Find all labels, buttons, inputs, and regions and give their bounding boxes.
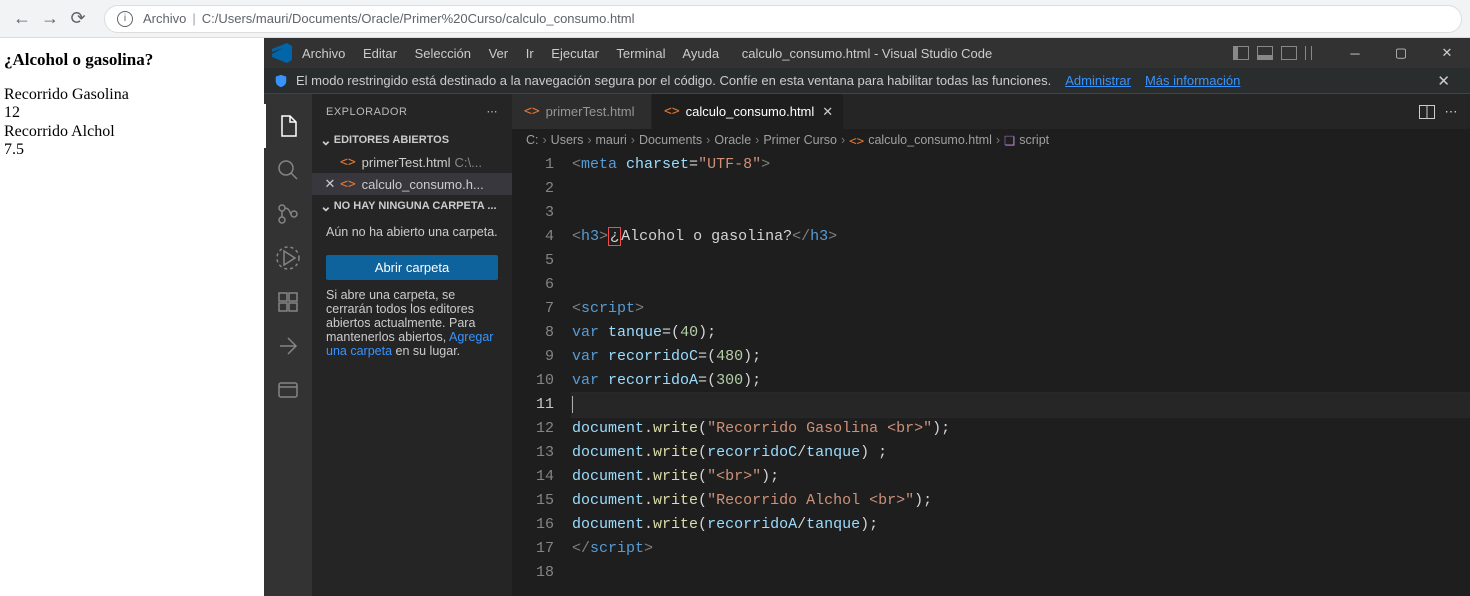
close-button[interactable]: ✕ [1424, 38, 1470, 68]
more-info-link[interactable]: Más información [1145, 73, 1240, 88]
layout-icon[interactable] [1257, 46, 1273, 60]
html-file-icon: <> [340, 177, 356, 192]
manage-link[interactable]: Administrar [1065, 73, 1131, 88]
addr-separator: | [192, 11, 195, 26]
window-title: calculo_consumo.html - Visual Studio Cod… [742, 46, 993, 61]
menu-item[interactable]: Ejecutar [551, 46, 599, 61]
page-line: Recorrido Gasolina [4, 86, 260, 104]
no-folder-message: Aún no ha abierto una carpeta. [312, 217, 512, 247]
split-editor-icon[interactable] [1416, 101, 1438, 123]
html-file-icon: <> [849, 133, 864, 148]
open-editor-item[interactable]: ✕ <> calculo_consumo.h... [312, 173, 512, 195]
infobar-close-icon[interactable]: ✕ [1437, 72, 1450, 90]
menu-item[interactable]: Editar [363, 46, 397, 61]
layout-icon[interactable] [1281, 46, 1297, 60]
infobar-message: El modo restringido está destinado a la … [296, 73, 1051, 88]
tab-bar: <> primerTest.html <> calculo_consumo.ht… [512, 94, 1470, 129]
vscode-window: Archivo Editar Selección Ver Ir Ejecutar… [264, 38, 1470, 596]
code-editor[interactable]: 123 456 789 101112 131415 161718 <meta c… [512, 151, 1470, 596]
page-line: 7.5 [4, 141, 260, 159]
rendered-page: ¿Alcohol o gasolina? Recorrido Gasolina … [0, 38, 264, 596]
html-file-icon: <> [664, 104, 680, 119]
tab-label: primerTest.html [546, 104, 635, 119]
menu-item[interactable]: Terminal [616, 46, 665, 61]
open-editors-section[interactable]: EDITORES ABIERTOS [312, 129, 512, 151]
code-lines[interactable]: <meta charset="UTF-8"> <h3>¿Alcohol o ga… [572, 153, 1470, 596]
open-folder-button[interactable]: Abrir carpeta [326, 255, 498, 280]
menu-item[interactable]: Selección [415, 46, 471, 61]
minimize-button[interactable]: ─ [1332, 38, 1378, 68]
addr-path: C:/Users/mauri/Documents/Oracle/Primer%2… [202, 11, 635, 26]
editor-area: <> primerTest.html <> calculo_consumo.ht… [512, 94, 1470, 596]
addr-prefix: Archivo [143, 11, 186, 26]
file-path-suffix: C:\... [455, 155, 482, 170]
line-gutter: 123 456 789 101112 131415 161718 [512, 153, 572, 596]
file-label: calculo_consumo.h... [362, 177, 484, 192]
tab-calculo-consumo[interactable]: <> calculo_consumo.html ✕ [652, 94, 844, 129]
tab-label: calculo_consumo.html [686, 104, 815, 119]
symbol-icon: ❏ [1004, 133, 1015, 148]
explorer-title: EXPLORADOR [326, 106, 407, 118]
search-icon[interactable] [264, 148, 312, 192]
more-icon[interactable]: ⋯ [487, 105, 499, 118]
explorer-header: EXPLORADOR ⋯ [312, 94, 512, 129]
activity-bar [264, 94, 312, 596]
forward-button[interactable]: → [36, 5, 64, 33]
layout-icon[interactable] [1233, 46, 1249, 60]
breadcrumb[interactable]: C:› Users› mauri› Documents› Oracle› Pri… [512, 129, 1470, 151]
file-label: primerTest.html [362, 155, 451, 170]
browser-toolbar: ← → ⟳ i Archivo | C:/Users/mauri/Documen… [0, 0, 1470, 38]
back-button[interactable]: ← [8, 5, 36, 33]
close-icon[interactable]: ✕ [322, 176, 338, 192]
restricted-mode-bar: El modo restringido está destinado a la … [264, 68, 1470, 94]
info-icon: i [117, 11, 133, 27]
explorer-icon[interactable] [264, 104, 312, 148]
remote-icon[interactable] [264, 324, 312, 368]
more-icon[interactable]: ⋯ [1440, 101, 1462, 123]
explorer-sidebar: EXPLORADOR ⋯ EDITORES ABIERTOS <> primer… [312, 94, 512, 596]
tab-actions: ⋯ [1414, 94, 1470, 129]
html-file-icon: <> [524, 104, 540, 119]
maximize-button[interactable]: ▢ [1378, 38, 1424, 68]
no-folder-section[interactable]: NO HAY NINGUNA CARPETA ... [312, 195, 512, 217]
titlebar: Archivo Editar Selección Ver Ir Ejecutar… [264, 38, 1470, 68]
menu-item[interactable]: Ayuda [682, 46, 719, 61]
open-editor-item[interactable]: <> primerTest.html C:\... [312, 151, 512, 173]
open-folder-hint: Si abre una carpeta, se cerrarán todos l… [312, 288, 512, 358]
address-bar[interactable]: i Archivo | C:/Users/mauri/Documents/Ora… [104, 5, 1462, 33]
page-line: Recorrido Alchol [4, 123, 260, 141]
layout-icons [1225, 38, 1312, 68]
menu-item[interactable]: Ir [526, 46, 534, 61]
reload-button[interactable]: ⟳ [64, 5, 92, 33]
text-cursor [572, 396, 573, 413]
page-heading: ¿Alcohol o gasolina? [4, 50, 260, 70]
vscode-logo-icon [272, 43, 292, 63]
menu-item[interactable]: Ver [489, 46, 509, 61]
menu-item[interactable]: Archivo [302, 46, 345, 61]
tab-primertest[interactable]: <> primerTest.html [512, 94, 652, 129]
layout-icon[interactable] [1305, 46, 1312, 60]
source-control-icon[interactable] [264, 192, 312, 236]
debug-icon[interactable] [264, 236, 312, 280]
html-file-icon: <> [340, 155, 356, 170]
page-line: 12 [4, 104, 260, 122]
close-icon[interactable]: ✕ [814, 104, 833, 120]
accounts-icon[interactable] [264, 368, 312, 412]
menu-bar: Archivo Editar Selección Ver Ir Ejecutar… [302, 46, 733, 61]
extensions-icon[interactable] [264, 280, 312, 324]
